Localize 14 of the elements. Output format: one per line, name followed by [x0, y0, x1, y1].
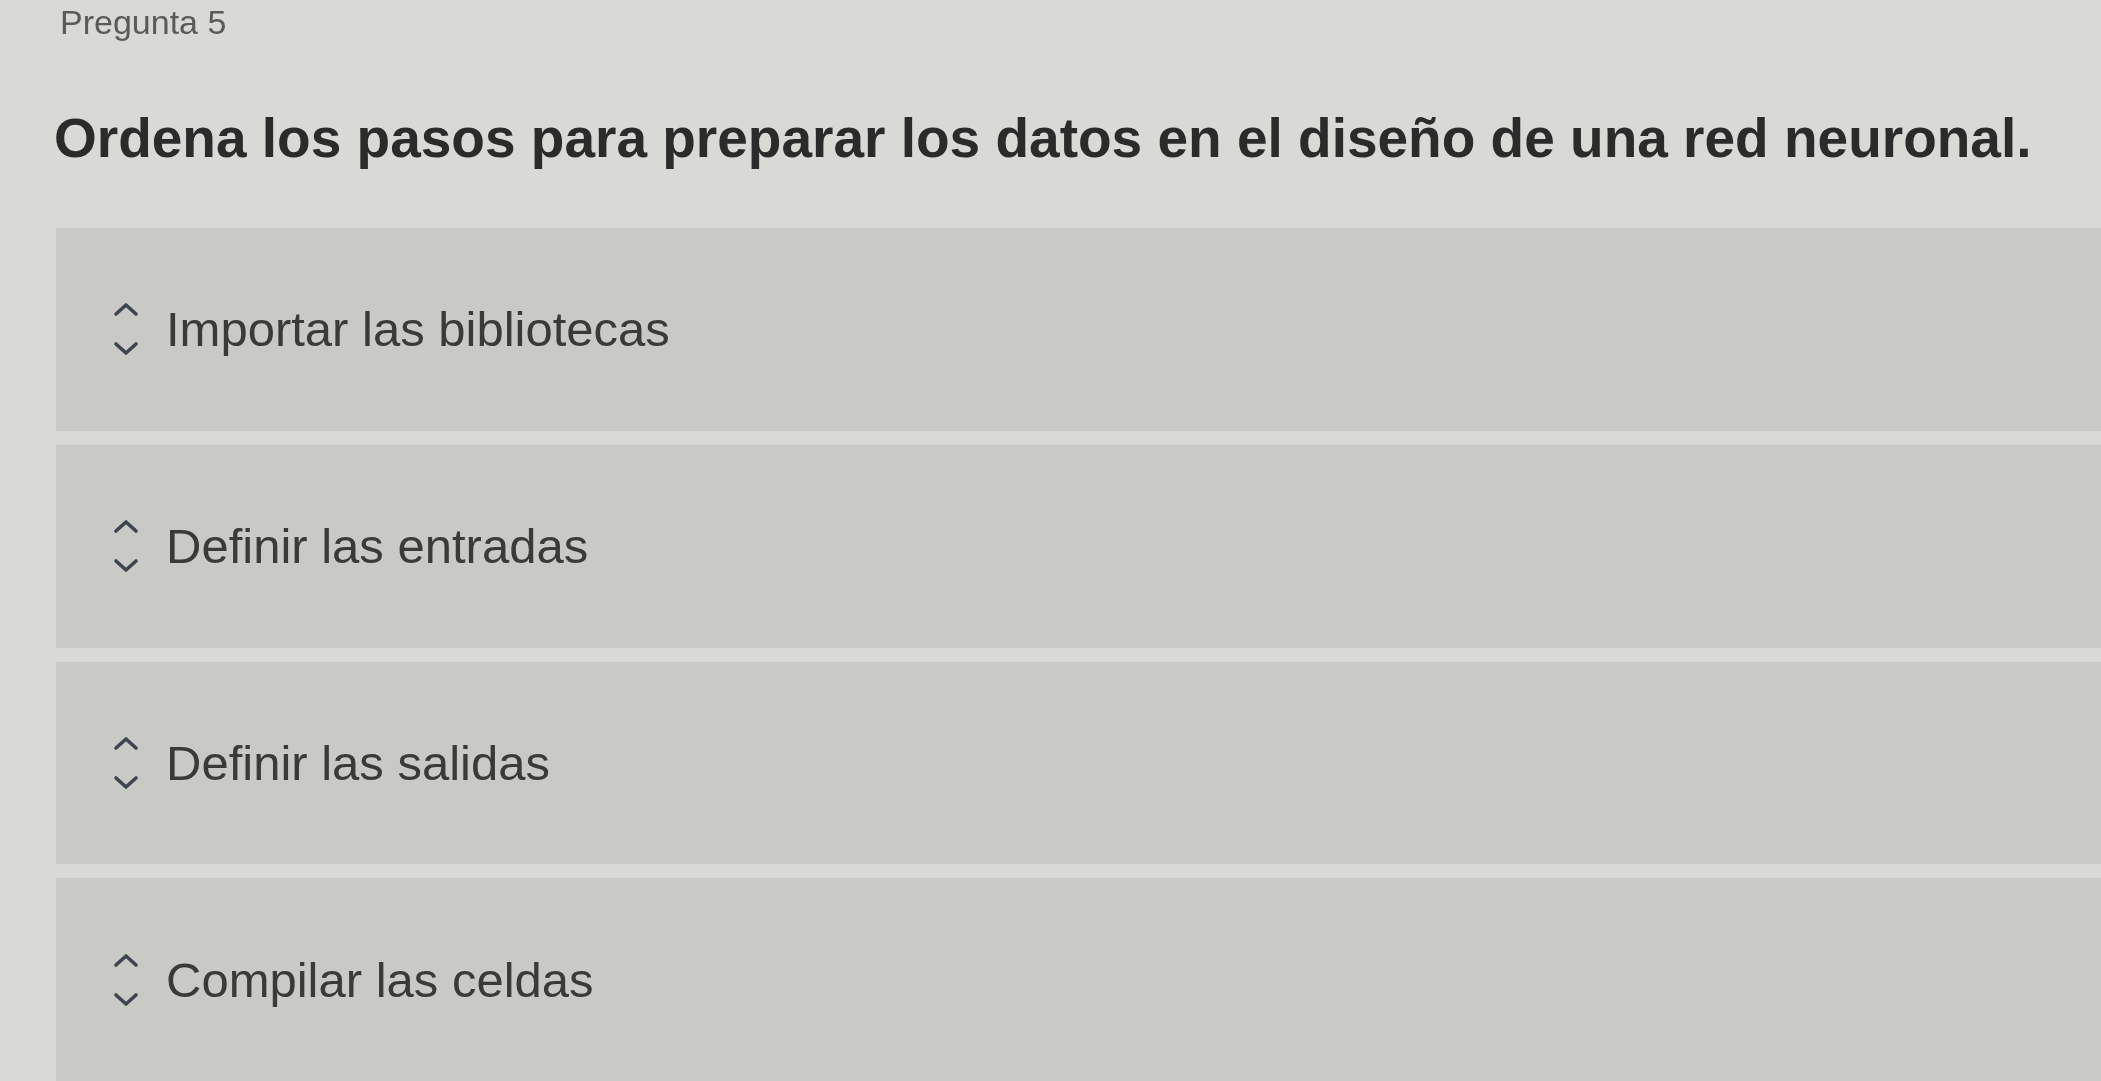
reorder-chevrons-icon[interactable]: [112, 519, 140, 574]
reorder-chevrons-icon[interactable]: [112, 952, 140, 1007]
sortable-step-item[interactable]: Compilar las celdas: [56, 878, 2101, 1081]
sortable-step-item[interactable]: Importar las bibliotecas: [56, 228, 2101, 431]
sortable-step-item[interactable]: Definir las entradas: [56, 444, 2101, 648]
step-label: Definir las entradas: [166, 518, 589, 576]
question-number: Pregunta 5: [60, 3, 227, 41]
sortable-step-item[interactable]: Definir las salidas: [56, 661, 2101, 865]
step-label: Compilar las celdas: [166, 951, 594, 1009]
reorder-chevrons-icon[interactable]: [112, 302, 140, 357]
reorder-chevrons-icon[interactable]: [112, 735, 140, 790]
question-title: Ordena los pasos para preparar los datos en el diseño de una red neuronal.: [54, 106, 2032, 170]
step-label: Importar las bibliotecas: [166, 301, 670, 359]
step-label: Definir las salidas: [166, 734, 550, 792]
